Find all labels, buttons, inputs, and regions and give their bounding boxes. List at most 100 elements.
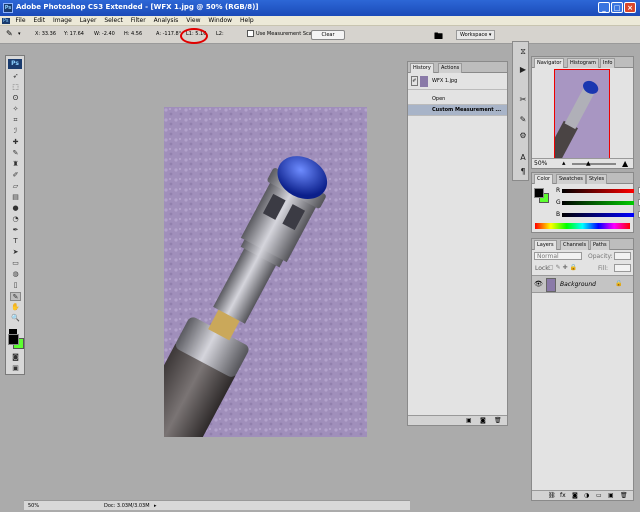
new-layer-icon[interactable]: ▣ xyxy=(608,492,614,499)
blur-tool-icon[interactable]: ● xyxy=(10,204,21,213)
new-snapshot-icon[interactable]: ◙ xyxy=(480,417,486,424)
close-button[interactable]: × xyxy=(624,2,636,13)
dodge-tool-icon[interactable]: ◔ xyxy=(10,215,21,224)
move-tool-icon[interactable]: ➶ xyxy=(10,72,21,81)
tab-history[interactable]: History xyxy=(410,63,434,73)
zoom-slider[interactable] xyxy=(572,163,616,165)
menu-analysis[interactable]: Analysis xyxy=(151,16,182,24)
layer-style-icon[interactable]: fx xyxy=(560,492,566,499)
zoom-level[interactable]: 50% xyxy=(28,503,39,509)
menu-layer[interactable]: Layer xyxy=(77,16,100,24)
brush-tool-icon[interactable]: ✎ xyxy=(10,149,21,158)
notes-tool-icon[interactable]: ▯ xyxy=(10,281,21,290)
opacity-label: Opacity: xyxy=(588,253,613,260)
layer-row-background[interactable]: 👁 Background 🔒 xyxy=(532,275,633,293)
layer-visibility-eye-icon[interactable]: 👁 xyxy=(534,280,543,288)
blue-slider[interactable] xyxy=(562,213,634,217)
zoom-out-icon[interactable]: ▴ xyxy=(562,159,566,167)
tab-actions[interactable]: Actions xyxy=(438,63,463,73)
menu-window[interactable]: Window xyxy=(205,16,235,24)
tab-color[interactable]: Color xyxy=(534,174,554,184)
menu-help[interactable]: Help xyxy=(237,16,257,24)
lock-icons[interactable]: ▢ ✎ ✚ 🔒 xyxy=(548,264,577,271)
clone-source-icon[interactable]: ⚙ xyxy=(517,130,529,142)
history-panel-icon[interactable]: ⧖ xyxy=(517,46,529,58)
actions-panel-icon[interactable]: ▶ xyxy=(517,64,529,76)
new-document-from-state-icon[interactable]: ▣ xyxy=(466,417,472,424)
color-spectrum-ramp[interactable] xyxy=(535,223,630,229)
status-menu-arrow-icon[interactable]: ▸ xyxy=(154,503,157,509)
tab-layers[interactable]: Layers xyxy=(534,240,557,250)
tool-presets-icon[interactable]: ✂ xyxy=(517,94,529,106)
history-state-open[interactable]: Open xyxy=(408,94,507,105)
pen-tool-icon[interactable]: ✒ xyxy=(10,226,21,235)
3d-rotate-tool-icon[interactable]: ◍ xyxy=(10,270,21,279)
shape-tool-icon[interactable]: ▭ xyxy=(10,259,21,268)
minimize-button[interactable]: _ xyxy=(598,2,610,13)
menu-edit[interactable]: Edit xyxy=(30,16,48,24)
ruler-tool-active-icon[interactable]: ✎ xyxy=(10,292,21,301)
history-brush-tool-icon[interactable]: ✐ xyxy=(10,171,21,180)
clear-button[interactable]: Clear xyxy=(311,30,345,40)
document-menu-icon[interactable]: Ps xyxy=(2,18,10,24)
fill-field[interactable] xyxy=(614,264,631,272)
menu-view[interactable]: View xyxy=(183,16,203,24)
menu-image[interactable]: Image xyxy=(50,16,75,24)
eraser-tool-icon[interactable]: ▱ xyxy=(10,182,21,191)
document-canvas[interactable] xyxy=(164,107,367,437)
history-state-measurement-label: Custom Measurement ... xyxy=(432,107,502,113)
red-slider[interactable] xyxy=(562,189,634,193)
ruler-tool-icon[interactable]: ✎ xyxy=(6,29,13,38)
tab-styles[interactable]: Styles xyxy=(586,174,608,184)
green-slider[interactable] xyxy=(562,201,634,205)
menu-select[interactable]: Select xyxy=(101,16,126,24)
marquee-tool-icon[interactable]: ⬚ xyxy=(10,83,21,92)
blend-mode-select[interactable]: Normal xyxy=(534,252,582,260)
opacity-field[interactable] xyxy=(614,252,631,260)
history-snapshot[interactable]: ✐ WFX 1.jpg xyxy=(408,74,507,90)
color-panel-foreground-swatch[interactable] xyxy=(534,188,544,198)
menu-filter[interactable]: Filter xyxy=(128,16,149,24)
navigator-zoom-value[interactable]: 50% xyxy=(534,160,547,167)
zoom-in-icon[interactable]: ▲ xyxy=(622,159,628,168)
new-group-icon[interactable]: ▭ xyxy=(596,492,602,499)
tab-channels[interactable]: Channels xyxy=(560,240,590,250)
quick-mask-icon[interactable]: ◙ xyxy=(10,353,21,362)
delete-layer-icon[interactable]: 🗑 xyxy=(620,492,628,499)
zoom-tool-icon[interactable]: 🔍 xyxy=(10,314,21,323)
use-measurement-scale-checkbox[interactable] xyxy=(247,30,254,37)
screen-mode-icon[interactable]: ▣ xyxy=(10,364,21,373)
tab-swatches[interactable]: Swatches xyxy=(556,174,586,184)
tab-histogram[interactable]: Histogram xyxy=(567,58,599,68)
workspace-button[interactable]: Workspace ▾ xyxy=(456,30,496,40)
hand-tool-icon[interactable]: ✋ xyxy=(10,303,21,312)
navigator-thumbnail[interactable] xyxy=(545,69,610,164)
brushes-panel-icon[interactable]: ✎ xyxy=(517,114,529,126)
history-state-measurement[interactable]: Custom Measurement ... xyxy=(408,105,507,116)
paragraph-panel-icon[interactable]: ¶ xyxy=(517,166,529,178)
tab-paths[interactable]: Paths xyxy=(590,240,610,250)
magic-wand-tool-icon[interactable]: ✧ xyxy=(10,105,21,114)
lasso-tool-icon[interactable]: ʘ xyxy=(10,94,21,103)
maximize-button[interactable]: □ xyxy=(611,2,623,13)
character-panel-icon[interactable]: A xyxy=(517,152,529,164)
layer-mask-icon[interactable]: ◙ xyxy=(572,492,578,499)
path-selection-tool-icon[interactable]: ➤ xyxy=(10,248,21,257)
clone-stamp-tool-icon[interactable]: ♜ xyxy=(10,160,21,169)
menu-file[interactable]: File xyxy=(12,16,28,24)
tab-navigator[interactable]: Navigator xyxy=(534,58,565,68)
gradient-tool-icon[interactable]: ▤ xyxy=(10,193,21,202)
healing-brush-tool-icon[interactable]: ✚ xyxy=(10,138,21,147)
document-size: Doc: 3.03M/3.03M xyxy=(104,503,150,509)
eyedropper-tool-icon[interactable]: ℐ xyxy=(10,127,21,136)
link-layers-icon[interactable]: ⛓ xyxy=(548,492,556,499)
foreground-color-swatch[interactable] xyxy=(8,334,19,345)
delete-state-icon[interactable]: 🗑 xyxy=(494,417,502,424)
tool-preset-arrow-icon[interactable]: ▾ xyxy=(18,31,21,37)
crop-tool-icon[interactable]: ⌗ xyxy=(10,116,21,125)
type-tool-icon[interactable]: T xyxy=(10,237,21,246)
adjustment-layer-icon[interactable]: ◑ xyxy=(584,492,589,499)
zoom-slider-thumb-icon[interactable]: ▲ xyxy=(586,160,591,167)
file-browser-icon[interactable]: 🖿 xyxy=(434,29,443,45)
tab-info[interactable]: Info xyxy=(600,58,616,68)
